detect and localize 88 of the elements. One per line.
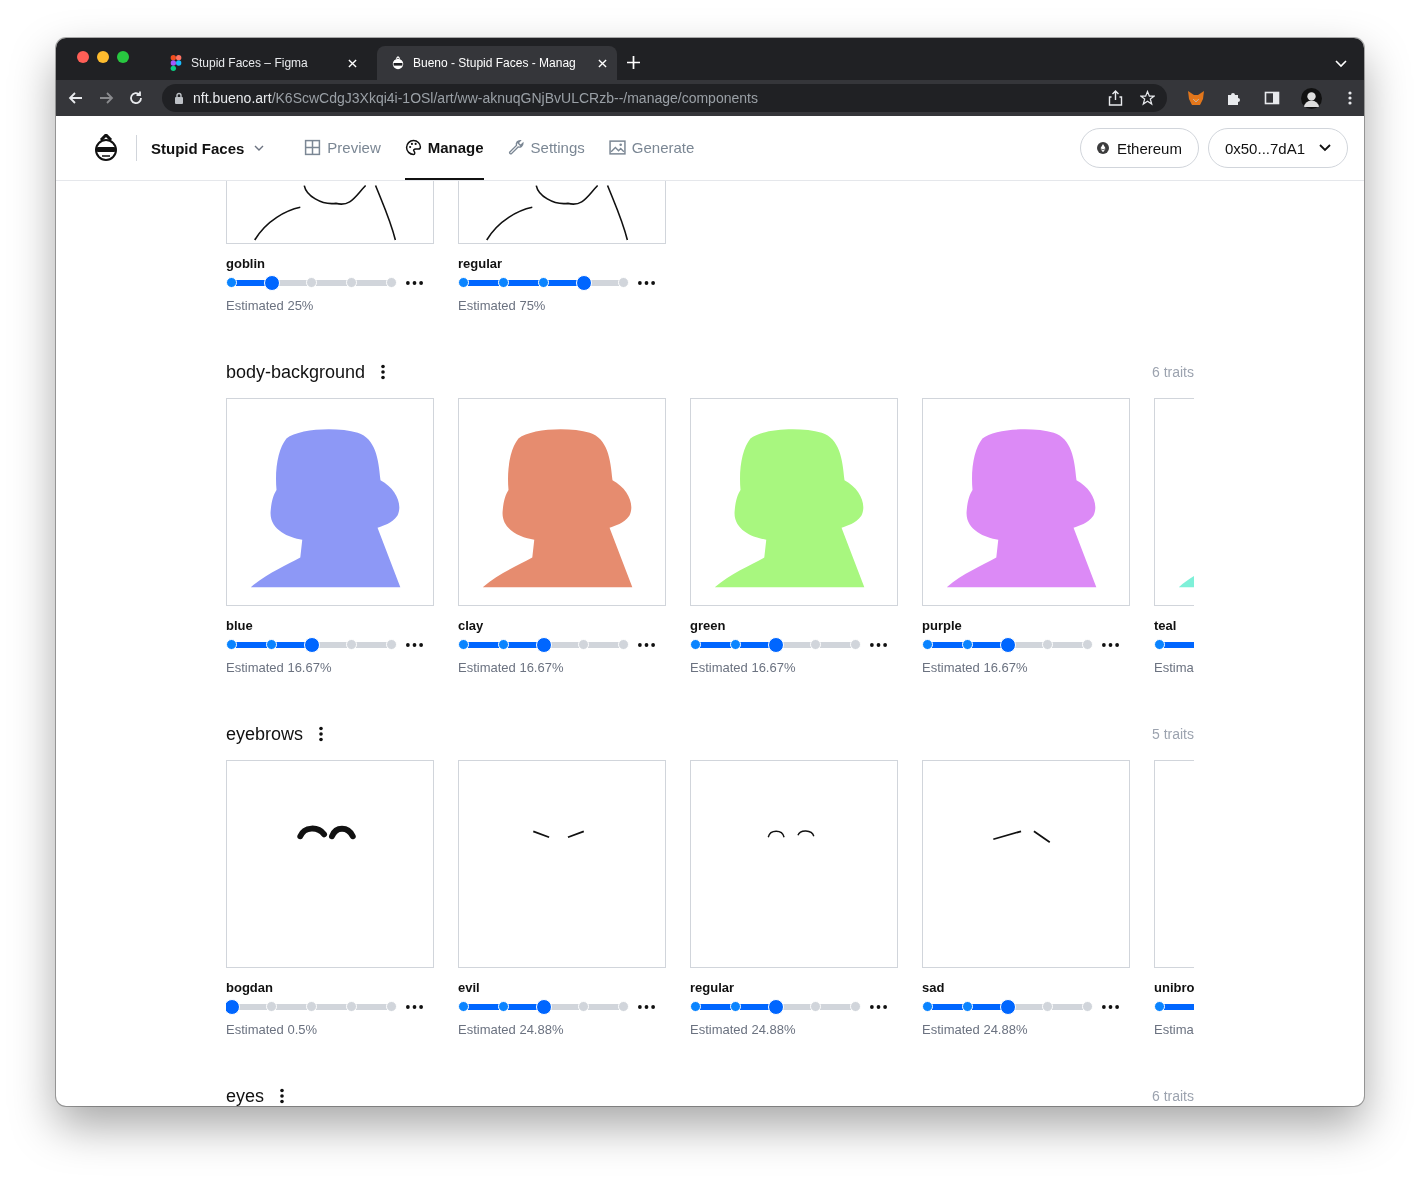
back-icon[interactable] <box>68 90 84 106</box>
more-icon[interactable] <box>870 643 887 647</box>
section-menu-icon[interactable] <box>381 364 386 380</box>
trait-name: unibro <box>1154 980 1194 995</box>
wrench-icon <box>507 138 525 156</box>
trait-name: regular <box>458 256 504 271</box>
trait-count: 6 traits <box>1152 364 1194 380</box>
profile-avatar-icon[interactable] <box>1301 87 1322 109</box>
estimate-text: Estimated 16.67% <box>922 660 1029 675</box>
zoom-window-icon[interactable] <box>117 51 129 63</box>
address-bar[interactable]: nft.bueno.art/K6ScwCdgJ3Xkqi4i-1OSl/art/ww-aknuqGNjBvULCRzb--/manage/components <box>162 84 1167 112</box>
trait-name: blue <box>226 618 254 633</box>
grid-icon <box>304 138 322 156</box>
trait-name: evil <box>458 980 481 995</box>
image-icon <box>608 138 626 156</box>
nav-tab[interactable]: Preview <box>304 116 381 180</box>
minimize-window-icon[interactable] <box>97 51 109 63</box>
network-button[interactable]: Ethereum <box>1079 128 1199 168</box>
mascot-logo-icon[interactable] <box>92 134 120 162</box>
more-icon[interactable] <box>406 643 423 647</box>
chevron-down-icon <box>1319 144 1331 152</box>
eyebrows-drawing <box>297 825 356 840</box>
project-dropdown[interactable]: Stupid Faces <box>151 139 265 157</box>
section-title: eyebrows <box>226 723 304 745</box>
eyebrows-drawing <box>532 830 585 839</box>
section-menu-icon[interactable] <box>280 1088 285 1104</box>
ethereum-icon <box>1096 142 1109 154</box>
estimate-text: Estimated 25% <box>226 298 315 313</box>
trait-name: green <box>690 618 727 633</box>
more-icon[interactable] <box>638 281 655 285</box>
url-text: nft.bueno.art/K6ScwCdgJ3Xkqi4i-1OSl/art/ww-aknuqGNjBvULCRzb--/manage/components <box>193 90 759 106</box>
share-icon[interactable] <box>1108 90 1123 106</box>
trait-name: goblin <box>226 256 266 271</box>
eyebrows-drawing <box>767 830 815 838</box>
tab-title: Bueno - Stupid Faces - Manag <box>413 56 577 70</box>
estimate-text: Estimated 16.67% <box>458 660 565 675</box>
section-menu-icon[interactable] <box>319 726 324 742</box>
estimate-text: Estima <box>1154 660 1194 675</box>
browser-menu-icon[interactable] <box>1348 90 1352 106</box>
fox-extension-icon[interactable] <box>1187 90 1205 106</box>
side-panel-icon[interactable] <box>1263 90 1281 106</box>
estimate-text: Estimated 24.88% <box>922 1022 1029 1037</box>
trait-name: regular <box>690 980 736 995</box>
estimate-text: Estima <box>1154 1022 1194 1037</box>
trait-count: 5 traits <box>1152 726 1194 742</box>
nav-tab[interactable]: Generate <box>608 116 695 180</box>
browser-tab[interactable]: Bueno - Stupid Faces - Manag <box>377 46 617 80</box>
tab-title: Stupid Faces – Figma <box>191 56 309 70</box>
chevron-down-icon <box>254 145 265 151</box>
tab-search-icon[interactable] <box>1335 60 1347 68</box>
more-icon[interactable] <box>1102 1005 1119 1009</box>
close-window-icon[interactable] <box>77 51 89 63</box>
section-title: eyes <box>226 1085 265 1106</box>
trait-name: purple <box>922 618 963 633</box>
close-tab-icon[interactable] <box>348 58 357 68</box>
star-icon[interactable] <box>1140 90 1155 106</box>
estimate-text: Estimated 0.5% <box>226 1022 319 1037</box>
estimate-text: Estimated 24.88% <box>690 1022 797 1037</box>
more-icon[interactable] <box>638 643 655 647</box>
browser-tab[interactable]: Stupid Faces – Figma <box>151 46 367 80</box>
forward-icon[interactable] <box>98 90 114 106</box>
account-dropdown[interactable]: 0x50...7dA1 <box>1207 128 1348 168</box>
reload-icon[interactable] <box>128 90 144 106</box>
estimate-text: Estimated 16.67% <box>690 660 797 675</box>
trait-name: sad <box>922 980 946 995</box>
figma-favicon-icon <box>169 55 183 71</box>
more-icon[interactable] <box>1102 643 1119 647</box>
section-title: body-background <box>226 361 366 383</box>
lock-icon <box>174 92 184 104</box>
puzzle-icon[interactable] <box>1225 90 1243 106</box>
close-tab-icon[interactable] <box>598 58 607 68</box>
trait-name: clay <box>458 618 485 633</box>
trait-name: bogdan <box>226 980 274 995</box>
trait-artwork[interactable] <box>226 398 434 606</box>
new-tab-icon[interactable] <box>627 55 640 69</box>
trait-count: 6 traits <box>1152 1088 1194 1104</box>
estimate-text: Estimated 75% <box>458 298 547 313</box>
more-icon[interactable] <box>638 1005 655 1009</box>
trait-name: teal <box>1154 618 1178 633</box>
more-icon[interactable] <box>406 281 423 285</box>
nav-tab[interactable]: Settings <box>507 116 585 180</box>
eyebrows-drawing <box>992 830 1051 844</box>
mascot-favicon-icon <box>391 55 405 71</box>
more-icon[interactable] <box>406 1005 423 1009</box>
estimate-text: Estimated 16.67% <box>226 660 333 675</box>
more-icon[interactable] <box>870 1005 887 1009</box>
estimate-text: Estimated 24.88% <box>458 1022 565 1037</box>
palette-icon <box>404 138 422 156</box>
